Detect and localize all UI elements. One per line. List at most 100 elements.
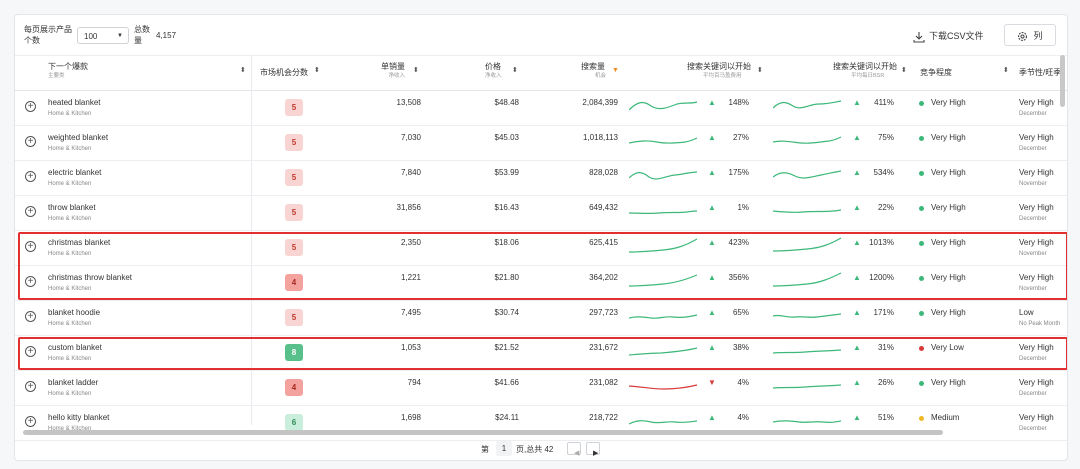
expand-row-icon[interactable]: +: [25, 206, 36, 217]
price: $16.43: [494, 203, 519, 212]
header-units-sub: 净收入: [388, 73, 405, 79]
trend1-percent: 1%: [737, 203, 749, 212]
keyword-name[interactable]: hello kitty blanket: [48, 413, 109, 422]
header-competition[interactable]: 竞争程度: [920, 68, 952, 78]
expand-row-icon[interactable]: +: [25, 381, 36, 392]
competition-dot: [919, 171, 924, 176]
triangle-up-icon: ▲: [853, 308, 861, 317]
trend2-percent: 534%: [873, 168, 894, 177]
sort-icon[interactable]: ⬍: [512, 67, 518, 74]
keyword-name[interactable]: heated blanket: [48, 98, 101, 107]
table-row[interactable]: + heated blanket Home & Kitchen 5 13,508…: [15, 90, 1067, 126]
sort-icon[interactable]: ⬍: [240, 67, 246, 74]
triangle-up-icon: ▲: [853, 413, 861, 422]
units-sold: 7,030: [400, 133, 421, 142]
header-search-volume[interactable]: 搜索量 机会: [581, 62, 606, 80]
vertical-scrollbar[interactable]: [1060, 55, 1065, 107]
prev-page-button[interactable]: ◀: [567, 442, 581, 457]
header-price[interactable]: 价格 净收入: [485, 62, 502, 80]
sort-icon[interactable]: ⬍: [901, 67, 907, 74]
keyword-name[interactable]: blanket hoodie: [48, 308, 100, 317]
header-seasonality[interactable]: 季节性/旺季: [1019, 68, 1061, 78]
opportunity-score-badge: 5: [285, 134, 303, 151]
peak-month: December: [1019, 391, 1047, 397]
expand-row-icon[interactable]: +: [25, 136, 36, 147]
header-trend1-title: 搜索关键词以开始: [687, 62, 751, 71]
price: $48.48: [494, 98, 519, 107]
horizontal-scrollbar[interactable]: [23, 430, 943, 435]
sort-desc-icon[interactable]: ▼: [612, 67, 619, 74]
table-row[interactable]: + hello kitty blanket Home & Kitchen 6 1…: [15, 405, 1067, 441]
search-volume: 1,018,113: [583, 133, 618, 142]
trend2-percent: 51%: [877, 413, 894, 422]
table-row[interactable]: + weighted blanket Home & Kitchen 5 7,03…: [15, 125, 1067, 161]
trend1-sparkline: [629, 210, 698, 215]
peak-month: November: [1019, 181, 1047, 187]
sort-icon[interactable]: ⬍: [314, 67, 320, 74]
expand-row-icon[interactable]: +: [25, 311, 36, 322]
table-header: 下一个爆款 主要类 ⬍ 市场机会分数 ⬍ 单销量 净收入 ⬍ 价格 净收入 ⬍ 搜索量…: [15, 55, 1067, 91]
sort-icon[interactable]: ⬍: [757, 67, 763, 74]
per-page-select[interactable]: 100 ▼: [77, 27, 129, 44]
page-number-input[interactable]: 1: [496, 441, 512, 456]
opportunity-score-badge: 5: [285, 309, 303, 326]
competition-level: Very High: [931, 308, 966, 317]
keyword-category: Home & Kitchen: [48, 146, 92, 152]
caret-down-icon: ▼: [117, 33, 123, 39]
keyword-name[interactable]: weighted blanket: [48, 133, 108, 142]
header-keyword[interactable]: 下一个爆款 主要类: [48, 62, 88, 80]
trend2-percent: 411%: [874, 98, 894, 107]
search-volume: 218,722: [589, 413, 618, 422]
competition-level: Very High: [931, 133, 966, 142]
header-trend1[interactable]: 搜索关键词以开始 平均百马盈费用: [687, 62, 751, 80]
header-score[interactable]: 市场机会分数: [260, 68, 308, 78]
keyword-category: Home & Kitchen: [48, 391, 92, 397]
trend2-percent: 26%: [877, 378, 894, 387]
sort-icon[interactable]: ⬍: [413, 67, 419, 74]
units-sold: 1,698: [400, 413, 421, 422]
search-volume: 231,082: [589, 378, 618, 387]
triangle-up-icon: ▲: [853, 168, 861, 177]
expand-row-icon[interactable]: +: [25, 171, 36, 182]
sort-icon[interactable]: ⬍: [1003, 67, 1009, 74]
competition-dot: [919, 136, 924, 141]
seasonality-level: Very High: [1019, 168, 1054, 177]
trend1-percent: 65%: [732, 308, 749, 317]
competition-level: Very High: [931, 203, 966, 212]
trend1-sparkline: [629, 171, 698, 180]
opportunity-score-badge: 5: [285, 204, 303, 221]
keyword-name[interactable]: blanket ladder: [48, 378, 98, 387]
keyword-name[interactable]: electric blanket: [48, 168, 101, 177]
table-row[interactable]: + blanket hoodie Home & Kitchen 5 7,495 …: [15, 300, 1067, 336]
columns-button[interactable]: 列: [1004, 24, 1056, 46]
expand-row-icon[interactable]: +: [25, 416, 36, 427]
opportunity-score-badge: 4: [285, 379, 303, 396]
trend1-sparkline: [629, 384, 698, 390]
total-label-line1: 总数: [134, 25, 150, 34]
price: $45.03: [494, 133, 519, 142]
table-row[interactable]: + throw blanket Home & Kitchen 5 31,856 …: [15, 195, 1067, 231]
trend1-percent: 4%: [737, 413, 749, 422]
seasonality-level: Very High: [1019, 378, 1054, 387]
trend1-sparkline: [629, 101, 698, 111]
peak-month: No Peak Month: [1019, 321, 1061, 327]
opportunity-score-badge: 6: [285, 414, 303, 431]
download-csv-button[interactable]: 下载CSV文件: [913, 27, 984, 45]
trend1-sparkline: [629, 420, 698, 425]
header-trend2[interactable]: 搜索关键词以开始 平均每日BSR: [833, 62, 897, 80]
table-row[interactable]: + blanket ladder Home & Kitchen 4 794 $4…: [15, 370, 1067, 406]
competition-level: Very High: [931, 98, 966, 107]
keyword-category: Home & Kitchen: [48, 321, 92, 327]
header-keyword-sub: 主要类: [48, 73, 65, 79]
search-volume: 297,723: [589, 308, 618, 317]
table-row[interactable]: + electric blanket Home & Kitchen 5 7,84…: [15, 160, 1067, 196]
keyword-name[interactable]: throw blanket: [48, 203, 96, 212]
header-price-sub: 净收入: [485, 73, 502, 79]
product-table-panel: 每页展示产品 个数 100 ▼ 总数 量 4,157 下载CSV文件 列 下一个…: [14, 14, 1068, 461]
next-page-button[interactable]: ▶: [586, 442, 600, 457]
header-units[interactable]: 单销量 净收入: [381, 62, 405, 80]
expand-row-icon[interactable]: +: [25, 101, 36, 112]
competition-dot: [919, 101, 924, 106]
trend2-sparkline: [773, 313, 842, 318]
header-search-title: 搜索量: [581, 62, 605, 71]
